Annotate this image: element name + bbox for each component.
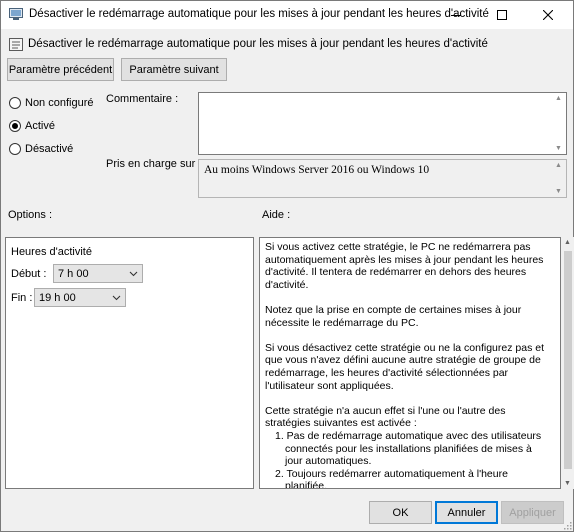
options-label: Options : [8,209,53,221]
scroll-down-icon[interactable]: ▼ [555,188,562,195]
minimize-button[interactable] [433,1,479,29]
next-setting-button[interactable]: Paramètre suivant [121,58,227,81]
help-paragraph: Cette stratégie n'a aucun effet si l'une… [265,404,506,430]
end-time-label: Fin : [11,292,33,304]
minimize-icon [451,15,461,16]
active-hours-heading: Heures d'activité [11,246,92,258]
policy-title: Désactiver le redémarrage automatique po… [28,38,488,50]
radio-disabled[interactable]: Désactivé [9,141,73,157]
help-text: Si vous activez cette stratégie, le PC n… [265,241,547,489]
close-button[interactable] [525,1,571,29]
comment-label: Commentaire : [106,93,179,105]
scroll-up-icon[interactable]: ▲ [555,95,562,102]
radio-disabled-circle[interactable] [9,143,21,155]
scroll-up-icon[interactable]: ▲ [564,239,571,246]
radio-not-configured[interactable]: Non configuré [9,95,94,111]
title-bar[interactable]: Désactiver le redémarrage automatique po… [1,1,573,29]
help-panel: Si vous activez cette stratégie, le PC n… [259,237,561,489]
help-paragraph: Si vous activez cette stratégie, le PC n… [265,241,544,291]
maximize-icon [497,10,507,20]
help-label: Aide : [262,209,291,221]
policy-setting-icon [9,38,23,51]
supported-scrollbar[interactable]: ▲ ▼ [552,160,566,197]
chevron-down-icon [112,295,121,301]
help-scroll-thumb[interactable] [564,251,572,469]
options-panel: Heures d'activité Début : 7 h 00 Fin : 1… [5,237,254,489]
supported-on-label: Pris en charge sur : [106,158,202,170]
apply-button[interactable]: Appliquer [501,501,564,524]
help-list-item: 1. Pas de redémarrage automatique avec d… [275,429,542,468]
scroll-down-icon[interactable]: ▼ [555,145,562,152]
scroll-down-icon[interactable]: ▼ [564,480,571,487]
chevron-down-icon [129,271,138,277]
help-paragraph: Si vous désactivez cette stratégie ou ne… [265,341,544,392]
previous-setting-button[interactable]: Paramètre précédent [7,58,114,81]
end-time-dropdown[interactable]: 19 h 00 [34,288,126,307]
resize-grip-icon[interactable] [562,520,572,530]
help-paragraph: Notez que la prise en compte de certaine… [265,303,522,329]
radio-not-configured-label: Non configuré [25,97,94,109]
help-scrollbar[interactable]: ▲ ▼ [561,237,574,489]
help-list-item: 2. Toujours redémarrer automatiquement à… [275,467,508,489]
supported-on-field: Au moins Windows Server 2016 ou Windows … [198,159,567,198]
ok-button[interactable]: OK [369,501,432,524]
comment-scrollbar[interactable]: ▲ ▼ [552,93,566,154]
start-time-value: 7 h 00 [58,267,89,280]
maximize-button[interactable] [479,1,525,29]
radio-enabled-circle[interactable] [9,120,21,132]
window-title: Désactiver le redémarrage automatique po… [29,8,489,20]
radio-enabled-label: Activé [25,120,55,132]
cancel-button[interactable]: Annuler [435,501,498,524]
scroll-up-icon[interactable]: ▲ [555,162,562,169]
supported-on-value: Au moins Windows Server 2016 ou Windows … [204,164,430,176]
comment-textarea[interactable]: ▲ ▼ [198,92,567,155]
policy-dialog: Désactiver le redémarrage automatique po… [0,0,574,532]
start-time-label: Début : [11,268,47,280]
radio-disabled-label: Désactivé [25,143,74,155]
policy-window-icon [9,8,23,21]
radio-not-configured-circle[interactable] [9,97,21,109]
end-time-value: 19 h 00 [39,291,76,304]
close-icon [543,10,553,20]
start-time-dropdown[interactable]: 7 h 00 [53,264,143,283]
radio-enabled[interactable]: Activé [9,118,55,134]
policy-header: Désactiver le redémarrage automatique po… [1,31,573,57]
